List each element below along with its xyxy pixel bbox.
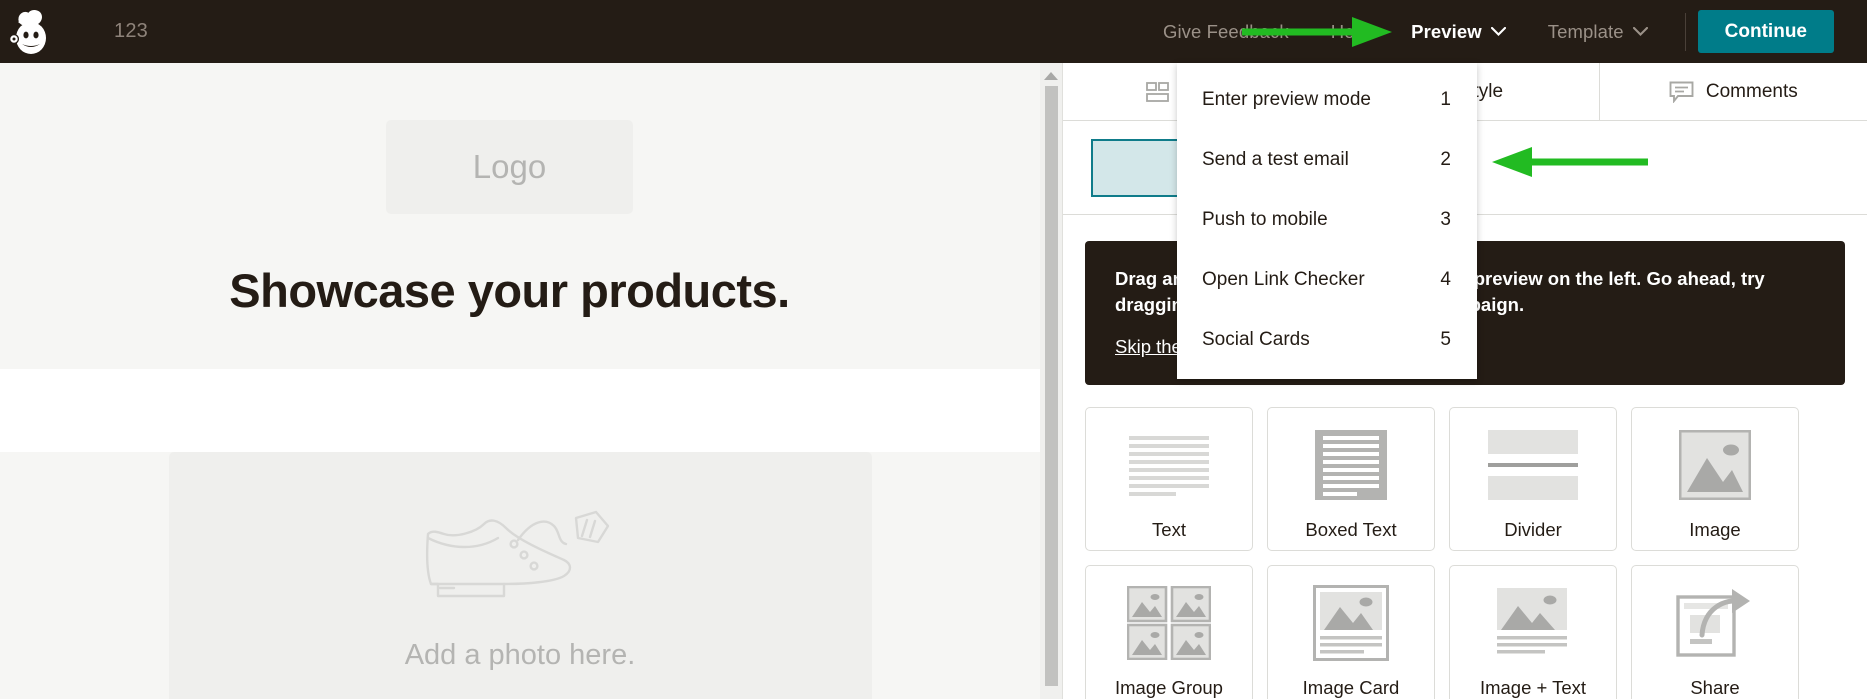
- nav-preview-label: Preview: [1411, 20, 1482, 42]
- preview-scrollbar[interactable]: [1040, 63, 1062, 699]
- block-card-image-text[interactable]: Image + Text: [1449, 565, 1617, 699]
- menu-item-social-cards-shortcut: 5: [1440, 329, 1451, 350]
- nav-give-feedback[interactable]: Give Feedback: [1142, 0, 1310, 63]
- mailchimp-freddie-logo[interactable]: [0, 0, 62, 63]
- block-card-image-group-label: Image Group: [1115, 677, 1223, 699]
- block-card-image[interactable]: Image: [1631, 407, 1799, 552]
- header-counter: 123: [114, 20, 148, 42]
- block-card-image-card-label: Image Card: [1302, 677, 1400, 699]
- content-block-grid: Text Boxed Text Divider Image Image Grou…: [1063, 385, 1867, 699]
- menu-item-open-link-checker-label: Open Link Checker: [1202, 269, 1365, 290]
- email-body: Logo Showcase your products.: [0, 63, 1019, 318]
- scroll-up-arrow-icon[interactable]: [1044, 72, 1058, 80]
- preview-headline[interactable]: Showcase your products.: [0, 263, 1019, 318]
- menu-item-send-a-test-email[interactable]: Send a test email 2: [1177, 130, 1477, 190]
- menu-item-social-cards-label: Social Cards: [1202, 329, 1310, 350]
- share-icon: [1676, 586, 1754, 660]
- text-lines-icon: [1129, 428, 1209, 502]
- logo-placeholder[interactable]: Logo: [386, 120, 633, 214]
- image-group-icon: [1127, 586, 1211, 661]
- boxed-text-icon: [1315, 428, 1387, 502]
- block-card-image-group[interactable]: Image Group: [1085, 565, 1253, 699]
- chevron-down-icon: [1490, 24, 1506, 39]
- nav-give-feedback-label: Give Feedback: [1162, 20, 1289, 42]
- nav-preview[interactable]: Preview: [1390, 0, 1527, 63]
- preview-spacer: [0, 369, 1040, 452]
- block-card-image-label: Image: [1689, 519, 1741, 541]
- block-card-text[interactable]: Text: [1085, 407, 1253, 552]
- block-card-divider[interactable]: Divider: [1449, 407, 1617, 552]
- photo-placeholder-block[interactable]: Add a photo here.: [168, 452, 872, 699]
- menu-item-open-link-checker[interactable]: Open Link Checker 4: [1177, 250, 1477, 310]
- menu-item-send-a-test-email-shortcut: 2: [1440, 149, 1451, 170]
- preview-dropdown-menu: Enter preview mode 1 Send a test email 2…: [1177, 63, 1477, 379]
- block-card-boxed-text-label: Boxed Text: [1305, 519, 1397, 541]
- freddie-monkey-icon: [9, 9, 46, 54]
- image-card-icon: [1313, 585, 1389, 662]
- block-card-text-label: Text: [1152, 519, 1186, 541]
- block-card-divider-label: Divider: [1504, 519, 1562, 541]
- logo-placeholder-label: Logo: [472, 148, 547, 185]
- campaign-preview-pane[interactable]: Logo Showcase your products. Add a photo…: [0, 63, 1040, 699]
- header-nav: Give Feedback Help Preview Template Cont…: [1142, 0, 1867, 63]
- nav-template[interactable]: Template: [1527, 0, 1669, 63]
- blocks-icon: [1145, 81, 1169, 102]
- menu-item-push-to-mobile-label: Push to mobile: [1202, 209, 1328, 230]
- block-card-image-card[interactable]: Image Card: [1267, 565, 1435, 699]
- app-header: 123 Give Feedback Help Preview Template: [0, 0, 1867, 63]
- menu-item-enter-preview-mode-shortcut: 1: [1440, 89, 1451, 110]
- menu-item-enter-preview-mode[interactable]: Enter preview mode 1: [1177, 70, 1477, 130]
- chevron-down-icon: [1632, 24, 1648, 39]
- scrollbar-thumb[interactable]: [1044, 86, 1058, 686]
- block-card-share[interactable]: Share: [1631, 565, 1799, 699]
- menu-item-push-to-mobile[interactable]: Push to mobile 3: [1177, 190, 1477, 250]
- photo-placeholder-caption: Add a photo here.: [404, 638, 636, 671]
- block-card-image-text-label: Image + Text: [1479, 677, 1587, 699]
- comment-bubble-icon: [1669, 81, 1694, 104]
- image-icon: [1679, 428, 1751, 502]
- menu-item-social-cards[interactable]: Social Cards 5: [1177, 310, 1477, 370]
- nav-template-label: Template: [1547, 20, 1624, 42]
- tab-comments-label: Comments: [1705, 80, 1798, 102]
- nav-help[interactable]: Help: [1310, 0, 1390, 63]
- menu-item-open-link-checker-shortcut: 4: [1440, 269, 1451, 290]
- menu-item-push-to-mobile-shortcut: 3: [1440, 209, 1451, 230]
- nav-help-label: Help: [1330, 20, 1370, 42]
- mailchimp-campaign-builder: 123 Give Feedback Help Preview Template: [0, 0, 1867, 699]
- image-text-icon: [1495, 586, 1571, 660]
- continue-button[interactable]: Continue: [1697, 10, 1834, 53]
- shoe-illustration-icon: [406, 504, 634, 621]
- divider-icon: [1488, 428, 1578, 502]
- block-card-share-label: Share: [1690, 677, 1740, 699]
- menu-item-send-a-test-email-label: Send a test email: [1202, 149, 1349, 170]
- tab-comments[interactable]: Comments: [1599, 63, 1867, 120]
- block-card-boxed-text[interactable]: Boxed Text: [1267, 407, 1435, 552]
- menu-item-enter-preview-mode-label: Enter preview mode: [1202, 89, 1371, 110]
- header-divider: [1684, 12, 1686, 51]
